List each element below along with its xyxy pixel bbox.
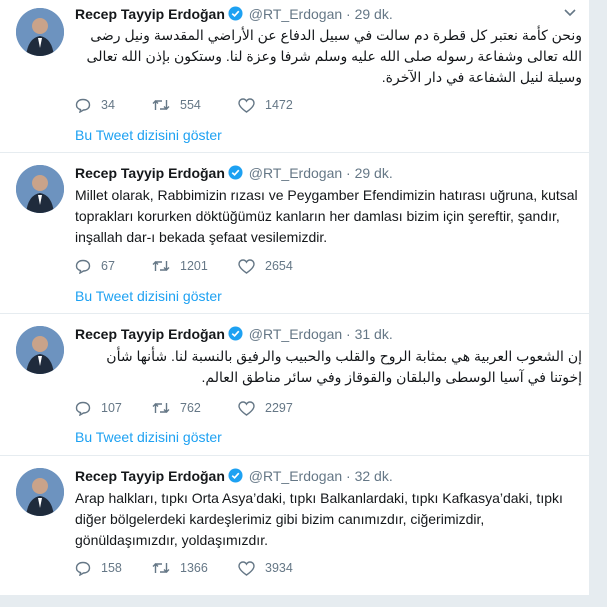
tweet-actions: 158 1366 3934	[75, 558, 323, 578]
like-count: 3934	[265, 561, 293, 575]
separator-dot: ·	[346, 326, 351, 342]
separator-dot: ·	[346, 6, 351, 22]
reply-count: 67	[101, 259, 115, 273]
heart-icon	[238, 97, 255, 113]
tweet-text: ونحن كأمة نعتبر كل قطرة دم سالت في سبيل …	[86, 27, 582, 85]
retweet-icon	[152, 261, 170, 271]
tweet-header: Recep Tayyip Erdoğan @RT_Erdogan · 29 dk…	[75, 5, 393, 25]
verified-badge-icon	[228, 6, 243, 25]
reply-button[interactable]: 107	[75, 401, 127, 416]
retweet-button[interactable]: 762	[152, 401, 216, 415]
separator-dot: ·	[346, 165, 351, 181]
reply-count: 158	[101, 561, 122, 575]
tweet[interactable]: Recep Tayyip Erdoğan @RT_Erdogan · 29 dk…	[0, 0, 590, 153]
retweet-count: 1366	[180, 561, 208, 575]
reply-icon	[75, 98, 91, 113]
user-name[interactable]: Recep Tayyip Erdoğan	[75, 6, 225, 22]
avatar[interactable]	[16, 468, 64, 516]
like-button[interactable]: 2654	[238, 258, 293, 274]
tweet-text: Millet olarak, Rabbimizin rızası ve Peyg…	[75, 187, 578, 245]
tweet-text: إن الشعوب العربية هي بمثابة الروح والقلب…	[106, 348, 582, 385]
verified-badge-icon	[228, 165, 243, 184]
heart-icon	[238, 258, 255, 274]
reply-button[interactable]: 34	[75, 98, 127, 113]
tweet-header: Recep Tayyip Erdoğan @RT_Erdogan · 32 dk…	[75, 467, 393, 487]
timeline: Recep Tayyip Erdoğan @RT_Erdogan · 29 dk…	[0, 0, 590, 596]
reply-button[interactable]: 67	[75, 259, 127, 274]
retweet-button[interactable]: 1366	[152, 561, 216, 575]
user-name[interactable]: Recep Tayyip Erdoğan	[75, 326, 225, 342]
like-button[interactable]: 1472	[238, 97, 293, 113]
show-thread-link[interactable]: Bu Tweet dizisini göster	[75, 429, 222, 445]
chevron-down-icon[interactable]	[564, 8, 576, 18]
user-name[interactable]: Recep Tayyip Erdoğan	[75, 468, 225, 484]
tweet-header: Recep Tayyip Erdoğan @RT_Erdogan · 29 dk…	[75, 164, 393, 184]
reply-count: 107	[101, 401, 122, 415]
like-button[interactable]: 3934	[238, 560, 293, 576]
reply-icon	[75, 401, 91, 416]
tweet-actions: 107 762 2297	[75, 398, 323, 418]
show-thread-link[interactable]: Bu Tweet dizisini göster	[75, 288, 222, 304]
like-count: 2654	[265, 259, 293, 273]
retweet-icon	[152, 403, 170, 413]
separator-dot: ·	[346, 468, 351, 484]
like-count: 2297	[265, 401, 293, 415]
user-handle[interactable]: @RT_Erdogan	[249, 165, 342, 181]
like-button[interactable]: 2297	[238, 400, 293, 416]
timestamp[interactable]: 29 dk.	[355, 165, 393, 181]
tweet-actions: 34 554 1472	[75, 95, 323, 115]
reply-button[interactable]: 158	[75, 561, 127, 576]
tweet-text: Arap halkları, tıpkı Orta Asya’daki, tıp…	[75, 490, 563, 548]
like-count: 1472	[265, 98, 293, 112]
retweet-count: 1201	[180, 259, 208, 273]
timestamp[interactable]: 32 dk.	[355, 468, 393, 484]
retweet-icon	[152, 563, 170, 573]
avatar[interactable]	[16, 326, 64, 374]
tweet[interactable]: Recep Tayyip Erdoğan @RT_Erdogan · 32 dk…	[0, 456, 590, 596]
show-thread-link[interactable]: Bu Tweet dizisini göster	[75, 127, 222, 143]
heart-icon	[238, 560, 255, 576]
avatar[interactable]	[16, 165, 64, 213]
reply-count: 34	[101, 98, 115, 112]
tweet[interactable]: Recep Tayyip Erdoğan @RT_Erdogan · 29 dk…	[0, 153, 590, 314]
user-handle[interactable]: @RT_Erdogan	[249, 468, 342, 484]
tweet-header: Recep Tayyip Erdoğan @RT_Erdogan · 31 dk…	[75, 325, 393, 345]
tweet-actions: 67 1201 2654	[75, 256, 323, 276]
reply-icon	[75, 561, 91, 576]
tweet[interactable]: Recep Tayyip Erdoğan @RT_Erdogan · 31 dk…	[0, 314, 590, 456]
verified-badge-icon	[228, 468, 243, 487]
timestamp[interactable]: 29 dk.	[355, 6, 393, 22]
timestamp[interactable]: 31 dk.	[355, 326, 393, 342]
user-name[interactable]: Recep Tayyip Erdoğan	[75, 165, 225, 181]
retweet-count: 554	[180, 98, 201, 112]
reply-icon	[75, 259, 91, 274]
retweet-icon	[152, 100, 170, 110]
verified-badge-icon	[228, 326, 243, 345]
retweet-button[interactable]: 1201	[152, 259, 216, 273]
retweet-count: 762	[180, 401, 201, 415]
user-handle[interactable]: @RT_Erdogan	[249, 6, 342, 22]
retweet-button[interactable]: 554	[152, 98, 216, 112]
heart-icon	[238, 400, 255, 416]
avatar[interactable]	[16, 8, 64, 56]
user-handle[interactable]: @RT_Erdogan	[249, 326, 342, 342]
